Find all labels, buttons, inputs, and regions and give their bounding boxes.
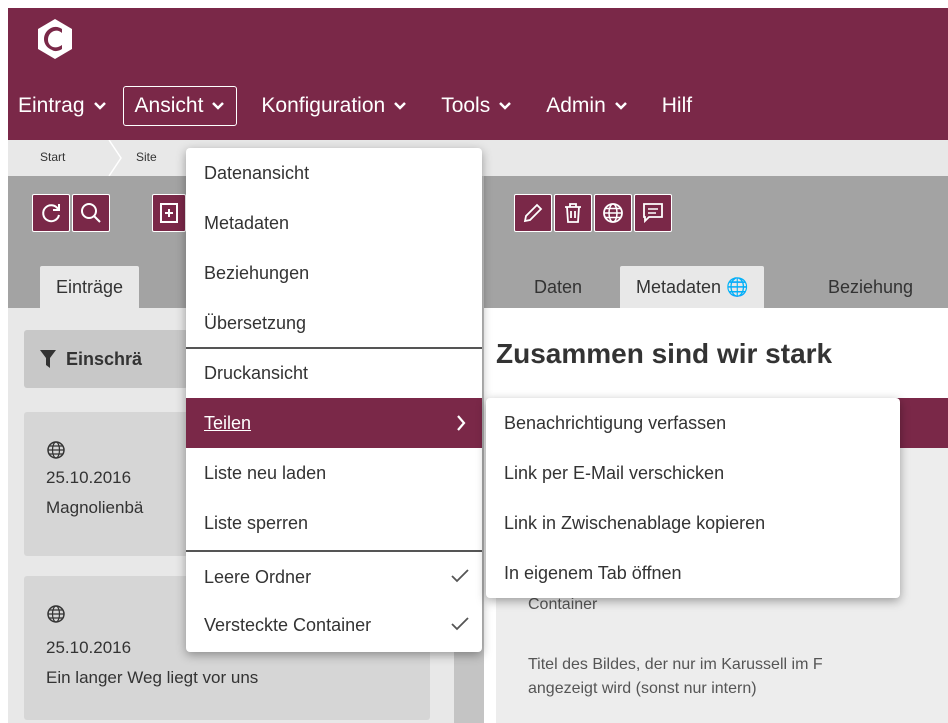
filter-icon (40, 350, 56, 368)
submenu-item-label: Link per E-Mail verschicken (504, 462, 725, 483)
tab-daten[interactable]: Daten (518, 266, 598, 308)
list-item-date: 25.10.2016 (46, 638, 132, 657)
tab-metadaten-label: Metadaten 🌐 (636, 276, 749, 297)
main-nav: Eintrag Ansicht Konfiguration Tools Admi… (8, 84, 702, 128)
menu-item-datenansicht[interactable]: Datenansicht (186, 148, 482, 198)
search-icon (81, 203, 101, 223)
list-item-title: Magnolienbä (46, 498, 144, 517)
menu-item-liste-neu-laden[interactable]: Liste neu laden (186, 448, 482, 498)
breadcrumb-start[interactable]: Start (40, 150, 65, 164)
menu-item-liste-sperren[interactable]: Liste sperren (186, 498, 482, 548)
filter-label: Einschrä (66, 348, 143, 369)
comment-icon (643, 203, 663, 224)
submenu-item-benachrichtigung[interactable]: Benachrichtigung verfassen (486, 398, 900, 448)
comment-button[interactable] (634, 194, 672, 232)
menu-item-druckansicht[interactable]: Druckansicht (186, 348, 482, 398)
nav-konfiguration[interactable]: Konfiguration (251, 86, 417, 126)
teilen-submenu: Benachrichtigung verfassen Link per E-Ma… (486, 398, 900, 598)
tab-beziehungen-label: Beziehung (828, 276, 914, 297)
chevron-right-icon (457, 415, 466, 431)
field-help-text: angezeigt wird (sonst nur intern) (528, 680, 757, 697)
breadcrumb-separator (108, 140, 122, 176)
menu-item-leere-ordner[interactable]: Leere Ordner (186, 552, 482, 602)
tab-metadaten[interactable]: Metadaten 🌐 (620, 266, 765, 308)
menu-item-label: Druckansicht (204, 362, 309, 383)
nav-ansicht-label: Ansicht (134, 94, 204, 117)
breadcrumb-site[interactable]: Site (136, 150, 157, 164)
submenu-item-label: In eigenem Tab öffnen (504, 562, 682, 583)
edit-icon (523, 203, 543, 223)
submenu-item-email[interactable]: Link per E-Mail verschicken (486, 448, 900, 498)
menu-item-label: Versteckte Container (204, 614, 372, 635)
globe-icon (47, 605, 65, 623)
menu-item-label: Übersetzung (204, 312, 307, 333)
nav-admin[interactable]: Admin (536, 86, 638, 126)
app-logo-icon[interactable] (36, 18, 74, 60)
menu-item-versteckte-container[interactable]: Versteckte Container (186, 600, 482, 650)
chevron-down-icon (93, 102, 106, 110)
page-title: Zusammen sind wir stark (496, 338, 833, 369)
submenu-item-label: Link in Zwischenablage kopieren (504, 512, 766, 533)
menu-item-label: Datenansicht (204, 162, 310, 183)
nav-eintrag-label: Eintrag (18, 94, 85, 117)
nav-ansicht[interactable]: Ansicht (122, 86, 238, 126)
checkmark-icon (451, 617, 469, 631)
chevron-down-icon (212, 102, 225, 110)
tab-daten-label: Daten (534, 276, 583, 297)
nav-hilfe[interactable]: Hilf (652, 86, 702, 126)
submenu-item-tab[interactable]: In eigenem Tab öffnen (486, 548, 900, 598)
nav-tools[interactable]: Tools (431, 86, 522, 126)
submenu-item-zwischenablage[interactable]: Link in Zwischenablage kopieren (486, 498, 900, 548)
field-help-text: Titel des Bildes, der nur im Karussell i… (528, 656, 823, 673)
tab-beziehungen[interactable]: Beziehung (812, 266, 929, 308)
menu-item-label: Beziehungen (204, 262, 310, 283)
refresh-icon (42, 204, 60, 223)
language-button[interactable] (594, 194, 632, 232)
trash-icon (565, 203, 581, 223)
globe-icon (47, 441, 65, 459)
add-button[interactable] (152, 194, 186, 232)
tab-eintraege-label: Einträge (56, 276, 124, 297)
nav-admin-label: Admin (546, 94, 606, 117)
menu-item-uebersetzung[interactable]: Übersetzung (186, 298, 482, 348)
chevron-down-icon (499, 102, 512, 110)
menu-item-teilen[interactable]: Teilen (186, 398, 482, 448)
nav-konfiguration-label: Konfiguration (261, 94, 386, 117)
menu-item-label: Teilen (204, 412, 252, 433)
field-label: Container (528, 596, 598, 613)
menu-item-label: Liste sperren (204, 512, 309, 533)
submenu-item-label: Benachrichtigung verfassen (504, 412, 727, 433)
top-header: Eintrag Ansicht Konfiguration Tools Admi… (8, 8, 948, 140)
tab-eintraege[interactable]: Einträge (40, 266, 140, 308)
nav-tools-label: Tools (441, 94, 491, 117)
edit-button[interactable] (514, 194, 552, 232)
globe-icon (603, 203, 623, 223)
nav-hilfe-label: Hilf (661, 94, 693, 117)
menu-item-beziehungen[interactable]: Beziehungen (186, 248, 482, 298)
list-item-title: Ein langer Weg liegt vor uns (46, 668, 259, 687)
nav-eintrag[interactable]: Eintrag (8, 86, 117, 126)
chevron-down-icon (394, 102, 407, 110)
menu-item-label: Liste neu laden (204, 462, 327, 483)
refresh-button[interactable] (32, 194, 70, 232)
menu-item-label: Metadaten (204, 212, 290, 233)
menu-item-metadaten[interactable]: Metadaten (186, 198, 482, 248)
checkmark-icon (451, 569, 469, 583)
ansicht-dropdown-menu: Datenansicht Metadaten Beziehungen Übers… (186, 148, 482, 652)
add-icon (160, 203, 178, 223)
chevron-down-icon (614, 102, 627, 110)
menu-item-label: Leere Ordner (204, 566, 312, 587)
filter-button[interactable]: Einschrä (24, 330, 188, 388)
search-button[interactable] (72, 194, 110, 232)
delete-button[interactable] (554, 194, 592, 232)
list-item-date: 25.10.2016 (46, 468, 132, 487)
